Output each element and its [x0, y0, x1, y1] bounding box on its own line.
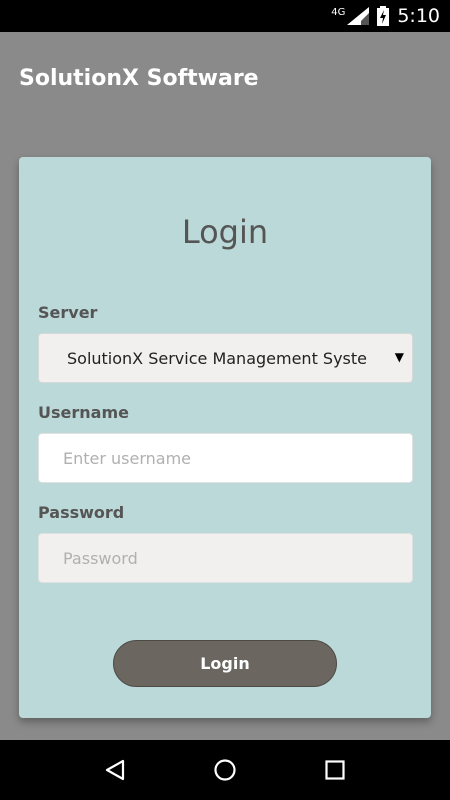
username-field-container [38, 433, 413, 483]
status-bar: 4G 5:10 [0, 0, 450, 32]
clock: 5:10 [397, 5, 440, 27]
battery-charging-icon [377, 6, 390, 26]
username-label: Username [38, 403, 129, 422]
password-field-container [38, 533, 413, 583]
username-input[interactable] [61, 447, 385, 469]
server-label: Server [38, 303, 98, 322]
signal-icon [347, 7, 370, 25]
app-body: SolutionX Software Login Server Solution… [0, 32, 450, 740]
recents-square-icon[interactable] [323, 758, 347, 782]
login-card: Login Server SolutionX Service Managemen… [19, 157, 431, 718]
password-label: Password [38, 503, 125, 522]
app-title: SolutionX Software [19, 66, 259, 91]
login-button[interactable]: Login [113, 640, 337, 687]
dropdown-caret-icon: ▼ [394, 350, 404, 364]
network-type: 4G [331, 6, 346, 18]
password-input[interactable] [61, 547, 385, 569]
server-select[interactable]: SolutionX Service Management Systen ▼ [38, 333, 413, 383]
back-triangle-icon[interactable] [103, 758, 127, 782]
navigation-bar [0, 740, 450, 800]
login-title: Login [181, 213, 269, 251]
server-selected-value: SolutionX Service Management Systen [67, 348, 367, 368]
home-circle-icon[interactable] [213, 758, 237, 782]
